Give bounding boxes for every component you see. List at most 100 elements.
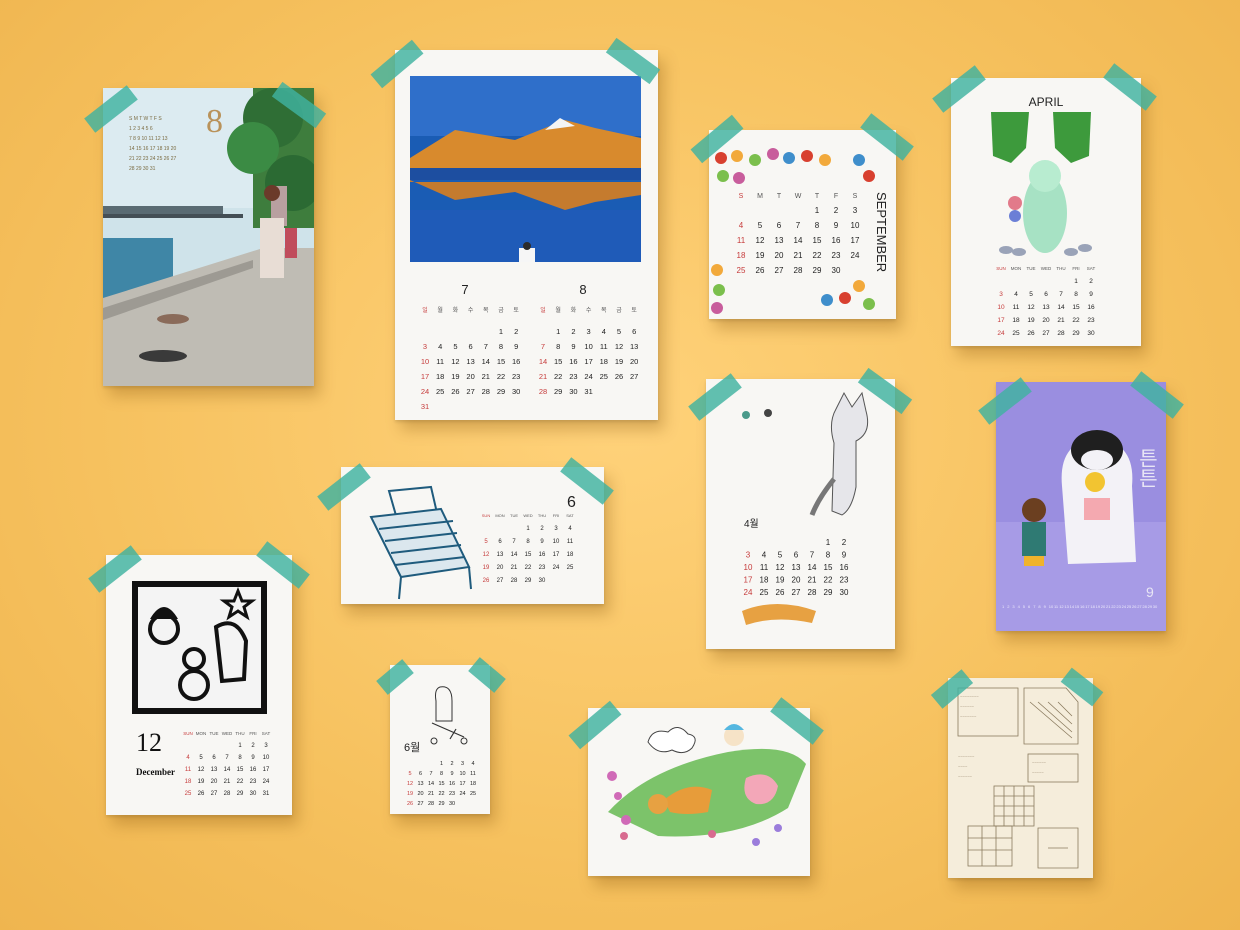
day-cell: 5	[1029, 291, 1033, 298]
svg-text:~~~~~~: ~~~~~~	[1032, 760, 1047, 765]
day-cell: 12	[407, 781, 413, 787]
weekday-header: 월	[555, 306, 561, 314]
day-cell: 8	[1074, 291, 1078, 298]
svg-text:~~~~~~~: ~~~~~~~	[958, 754, 975, 759]
day-cell: 3	[853, 206, 858, 215]
day-cell: 25	[600, 372, 608, 381]
day-cell: 21	[428, 791, 434, 797]
day-cell: 7	[810, 551, 815, 560]
day-cell: 9	[1089, 291, 1093, 298]
day-cell: 22	[1072, 317, 1080, 324]
svg-text:~~~~: ~~~~	[958, 764, 968, 769]
month-label: 9	[1146, 584, 1154, 600]
weekday-header: SUN	[482, 513, 491, 518]
calendar-card-april: APRIL SUN MON TUE WED THU FRI SAT 1 2 3 4 5 6 7 8 9 10 11…	[951, 78, 1141, 346]
day-cell: 16	[840, 563, 849, 572]
flower-dot	[863, 170, 875, 182]
weekday-header: WED	[523, 513, 532, 518]
day-cell: 6	[1044, 291, 1048, 298]
day-cell: 6	[469, 342, 473, 351]
day-cell: 20	[630, 357, 638, 366]
wall: 8 S M T W T F S 1 2 3 4 5 6 7 8 9 10 11 …	[0, 0, 1240, 930]
day-cell: 11	[600, 342, 608, 351]
svg-text:28 29 30 31: 28 29 30 31	[129, 166, 156, 172]
weekday-header: FRI	[553, 513, 559, 518]
day-cell: 15	[813, 236, 822, 245]
month-label: 6월	[404, 741, 420, 754]
day-cell: 23	[449, 791, 455, 797]
weekday-header: SAT	[262, 731, 271, 736]
day-cell: 16	[832, 236, 841, 245]
flower-dot	[801, 150, 813, 162]
weekday-header: WED	[222, 731, 233, 736]
day-cell: 30	[840, 588, 849, 597]
day-cell: 14	[808, 563, 817, 572]
day-cell: 10	[263, 755, 270, 761]
day-cell: 28	[224, 791, 231, 797]
calendar-july: 7	[461, 282, 468, 297]
weekday-header: 목	[601, 307, 607, 314]
day-cell: 19	[407, 791, 413, 797]
day-cell: 2	[1089, 278, 1093, 285]
day-cell: 1	[440, 761, 443, 767]
flower-dot	[821, 294, 833, 306]
day-cell: 5	[758, 221, 763, 230]
flower-dot	[713, 284, 725, 296]
day-cell: 12	[451, 357, 459, 366]
day-cell: 10	[744, 563, 753, 572]
day-cell: 21	[511, 565, 518, 571]
weekday-header: T	[815, 193, 820, 200]
day-cell: 7	[541, 342, 545, 351]
day-cell: 13	[630, 342, 638, 351]
april-illustration: APRIL SUN MON TUE WED THU FRI SAT1 23 4 5 6 7 8 910 11…	[951, 78, 1141, 346]
day-cell: 3	[999, 291, 1003, 298]
day-cell: 26	[451, 387, 459, 396]
day-cell: 23	[832, 251, 841, 260]
day-cell: 11	[567, 539, 574, 545]
day-cell: 24	[851, 251, 860, 260]
day-cell: 2	[514, 327, 518, 336]
day-cell: 21	[539, 372, 547, 381]
weekday-header: S	[739, 193, 744, 200]
weekday-header: M	[757, 193, 763, 200]
day-cell: 29	[813, 266, 822, 275]
day-cell: 13	[792, 563, 801, 572]
small-june-illustration: 6월 1 2 3 45 6 7 8 9 10 1112 13 14 15 16 17 1819 20 21 22 23…	[390, 665, 490, 814]
day-cell: 17	[997, 317, 1005, 324]
day-cell: 20	[466, 372, 474, 381]
day-cell: 17	[421, 372, 429, 381]
weekday-header: 화	[453, 307, 459, 314]
weekday-header: 수	[586, 307, 592, 314]
day-cell: 22	[237, 779, 244, 785]
svg-text:~~~~~~~~: ~~~~~~~~	[960, 694, 979, 699]
calendar-august: 8	[579, 282, 586, 297]
day-cell: 26	[756, 266, 765, 275]
day-cell: 27	[792, 588, 801, 597]
day-cell: 25	[737, 266, 746, 275]
weekday-header: THU	[235, 731, 244, 736]
day-cell: 10	[584, 342, 592, 351]
bench-illustration: 6 SUN MON TUE WED THU FRI SAT1 2 3 45 6 7 8 9 10 1112 13…	[341, 467, 604, 604]
day-cell: 4	[1014, 291, 1018, 298]
day-cell: 28	[808, 588, 817, 597]
day-cell: 11	[470, 771, 476, 777]
day-cell: 18	[185, 779, 192, 785]
day-cell: 6	[777, 221, 782, 230]
day-cell: 28	[794, 266, 803, 275]
day-cell: 11	[436, 357, 444, 366]
day-cell: 12	[776, 563, 785, 572]
day-cell: 25	[470, 791, 476, 797]
day-cell: 8	[815, 221, 820, 230]
day-cell: 14	[428, 781, 434, 787]
purple-illustration: 튼튼 9 1 2 3 4 5 6 7 8 9 10 11 12 13 14 15 16 17 18 19 20 21 22…	[996, 382, 1166, 631]
weekday-header: SUN	[183, 731, 193, 736]
day-cell: 10	[997, 304, 1005, 311]
day-cell: 4	[739, 221, 744, 230]
calendar-card-bench: 6 SUN MON TUE WED THU FRI SAT 1 2 3 4 5 6 7 8 9 10 11 12 13…	[341, 467, 604, 604]
day-cell: 6	[632, 327, 636, 336]
day-cell: 17	[263, 767, 270, 773]
day-cell: 13	[417, 781, 423, 787]
day-cell: 22	[554, 372, 562, 381]
weekday-header: SUN	[996, 266, 1006, 271]
day-cell: 11	[737, 236, 746, 245]
